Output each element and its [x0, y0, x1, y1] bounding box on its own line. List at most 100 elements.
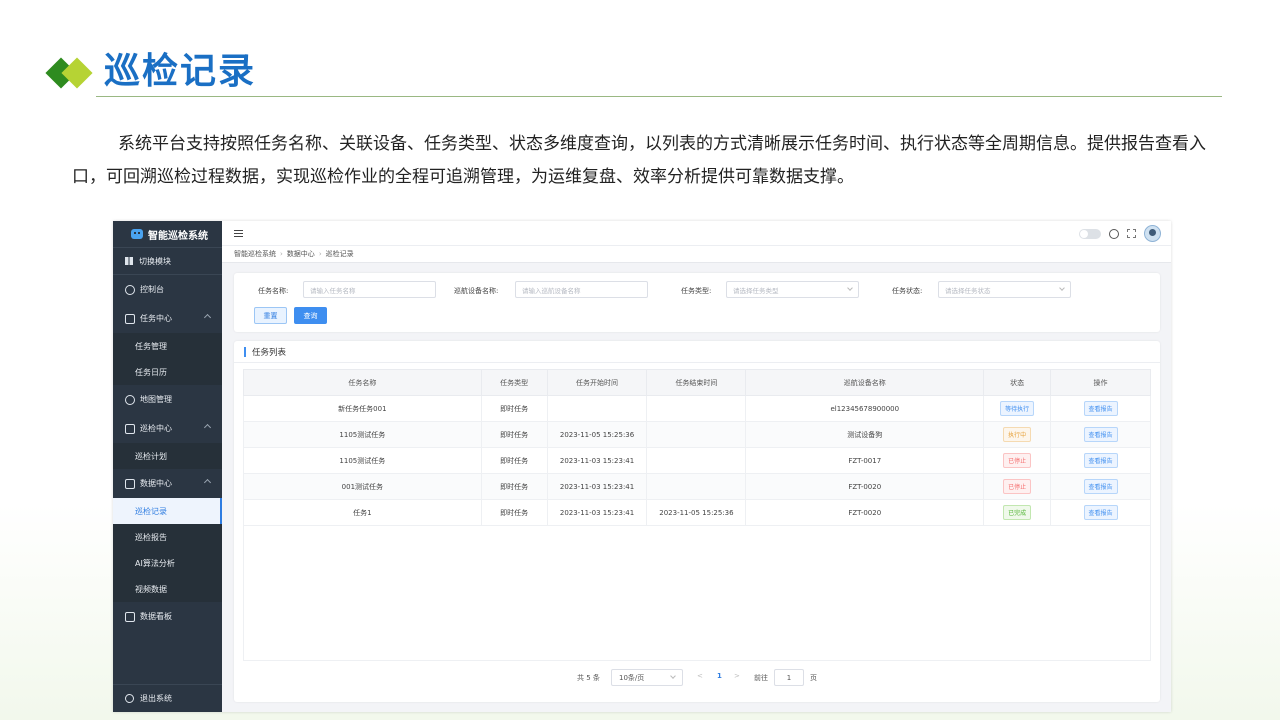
task-type-select[interactable]: 请选择任务类型	[726, 281, 859, 298]
view-report-button[interactable]: 查看报告	[1083, 453, 1118, 468]
table-row: 1105测试任务 即时任务 2023-11-03 15:23:41 FZT-00…	[243, 447, 1151, 474]
column-header: 任务类型	[480, 369, 548, 396]
sidebar-item-map-manage[interactable]: 地图管理	[113, 385, 222, 414]
task-name-placeholder: 请输入任务名称	[310, 286, 356, 295]
sidebar: 智能巡检系统 切换模块 控制台 任务中心 任务管理 任务日历 地图管理 巡检中心	[113, 221, 222, 712]
sidebar-item-patrol-center[interactable]: 巡检中心	[113, 414, 222, 443]
task-table: 任务名称 任务类型 任务开始时间 任务结束时间 巡航设备名称 状态 操作 新任务…	[243, 369, 1151, 526]
cell-status: 执行中	[983, 421, 1052, 448]
cell-status: 等待执行	[983, 395, 1052, 422]
device-name-input[interactable]: 请输入巡航设备名称	[515, 281, 648, 298]
topbar	[222, 221, 1171, 246]
sidebar-item-label: 巡检报告	[135, 532, 167, 542]
cell-task-type: 即时任务	[480, 447, 548, 474]
brand: 智能巡检系统	[113, 221, 222, 247]
cell-task-name: 1105测试任务	[243, 421, 482, 448]
logout-label: 退出系统	[140, 694, 172, 703]
sidebar-item-ai-analysis[interactable]: AI算法分析	[113, 550, 222, 576]
theme-toggle-icon[interactable]	[1079, 228, 1101, 239]
hamburger-icon[interactable]	[234, 229, 243, 237]
breadcrumb-item[interactable]: 数据中心	[287, 249, 315, 259]
cell-task-name: 001测试任务	[243, 473, 482, 500]
title-divider	[96, 96, 1222, 97]
chevron-down-icon	[847, 285, 853, 291]
sidebar-item-label: 任务中心	[140, 314, 172, 323]
table-row: 001测试任务 即时任务 2023-11-03 15:23:41 FZT-002…	[243, 473, 1151, 500]
clipboard-icon	[125, 423, 135, 434]
main-area: 智能巡检系统 › 数据中心 › 巡检记录 任务名称: 请输入任务名称 巡航设备名…	[222, 221, 1171, 712]
page-size-select[interactable]: 10条/页	[611, 669, 683, 686]
breadcrumb-item[interactable]: 智能巡检系统	[234, 249, 276, 259]
chevron-up-icon	[203, 423, 212, 432]
avatar[interactable]	[1144, 225, 1161, 242]
calendar-icon	[125, 313, 135, 324]
task-status-select[interactable]: 请选择任务状态	[938, 281, 1071, 298]
table-header-row: 任务名称 任务类型 任务开始时间 任务结束时间 巡航设备名称 状态 操作	[243, 369, 1151, 396]
task-status-placeholder: 请选择任务状态	[945, 286, 991, 295]
list-title: 任务列表	[252, 347, 287, 358]
query-button[interactable]: 查询	[294, 307, 327, 324]
task-name-input[interactable]: 请输入任务名称	[303, 281, 436, 298]
cell-end-time	[646, 395, 747, 422]
goto-label: 前往	[754, 674, 768, 682]
cell-operation: 查看报告	[1050, 473, 1151, 500]
next-page-button[interactable]: >	[734, 672, 740, 680]
list-header: 任务列表	[234, 341, 1160, 363]
view-report-button[interactable]: 查看报告	[1083, 427, 1118, 442]
slide-header: 巡检记录	[45, 40, 1222, 97]
cell-device: FZT-0020	[745, 473, 985, 500]
sidebar-item-label: 巡检中心	[140, 424, 172, 433]
goto-page-input[interactable]: 1	[774, 669, 804, 686]
cell-device: FZT-0017	[745, 447, 985, 474]
column-header: 操作	[1050, 369, 1151, 396]
sidebar-item-patrol-plan[interactable]: 巡检计划	[113, 443, 222, 469]
cell-device: 测试设备狗	[745, 421, 985, 448]
status-badge: 执行中	[1003, 427, 1032, 442]
sidebar-item-patrol-record[interactable]: 巡检记录	[113, 498, 222, 524]
logout-button[interactable]: 退出系统	[113, 684, 222, 712]
view-report-button[interactable]: 查看报告	[1083, 479, 1118, 494]
globe-icon[interactable]	[1109, 228, 1119, 239]
slide-title: 巡检记录	[104, 51, 257, 92]
cell-task-name: 任务1	[243, 499, 482, 526]
monitor-icon	[125, 478, 135, 489]
status-badge: 已停止	[1003, 453, 1032, 468]
cell-task-name: 新任务任务001	[243, 395, 482, 422]
sidebar-item-data-board[interactable]: 数据看板	[113, 602, 222, 631]
sidebar-item-label: AI算法分析	[135, 558, 175, 568]
reset-button[interactable]: 重置	[254, 307, 287, 324]
sidebar-item-data-center[interactable]: 数据中心	[113, 469, 222, 498]
sidebar-item-label: 巡检记录	[135, 506, 167, 516]
sidebar-item-task-calendar[interactable]: 任务日历	[113, 359, 222, 385]
table-empty-area	[243, 525, 1151, 661]
breadcrumb-item: 巡检记录	[325, 250, 354, 258]
task-status-label: 任务状态:	[892, 287, 923, 295]
sidebar-item-video-data[interactable]: 视频数据	[113, 576, 222, 602]
column-header: 状态	[983, 369, 1052, 396]
view-report-button[interactable]: 查看报告	[1083, 401, 1118, 416]
sidebar-item-label: 任务管理	[135, 341, 167, 351]
current-page[interactable]: 1	[717, 672, 722, 680]
prev-page-button[interactable]: <	[697, 672, 703, 680]
cell-task-type: 即时任务	[480, 499, 548, 526]
cell-start-time: 2023-11-03 15:23:41	[546, 473, 648, 500]
switch-module-button[interactable]: 切换模块	[113, 247, 222, 275]
sidebar-item-label: 视频数据	[135, 584, 167, 594]
task-list-panel: 任务列表 任务名称 任务类型 任务开始时间 任务结束时间 巡航设备名称 状态 操…	[234, 341, 1160, 702]
cell-start-time: 2023-11-03 15:23:41	[546, 447, 648, 474]
status-badge: 等待执行	[1000, 401, 1035, 416]
fullscreen-icon[interactable]	[1127, 229, 1136, 238]
status-badge: 已停止	[1003, 479, 1032, 494]
breadcrumb: 智能巡检系统 › 数据中心 › 巡检记录	[222, 246, 1171, 263]
map-icon	[125, 394, 135, 405]
task-type-label: 任务类型:	[681, 287, 712, 295]
cell-status: 已停止	[983, 473, 1052, 500]
app-window: 智能巡检系统 切换模块 控制台 任务中心 任务管理 任务日历 地图管理 巡检中心	[113, 221, 1171, 712]
sidebar-item-dashboard[interactable]: 控制台	[113, 275, 222, 304]
sidebar-item-patrol-report[interactable]: 巡检报告	[113, 524, 222, 550]
chart-board-icon	[125, 611, 135, 622]
sidebar-item-label: 数据看板	[140, 612, 172, 621]
sidebar-item-task-center[interactable]: 任务中心	[113, 304, 222, 333]
sidebar-item-task-manage[interactable]: 任务管理	[113, 333, 222, 359]
view-report-button[interactable]: 查看报告	[1083, 505, 1118, 520]
